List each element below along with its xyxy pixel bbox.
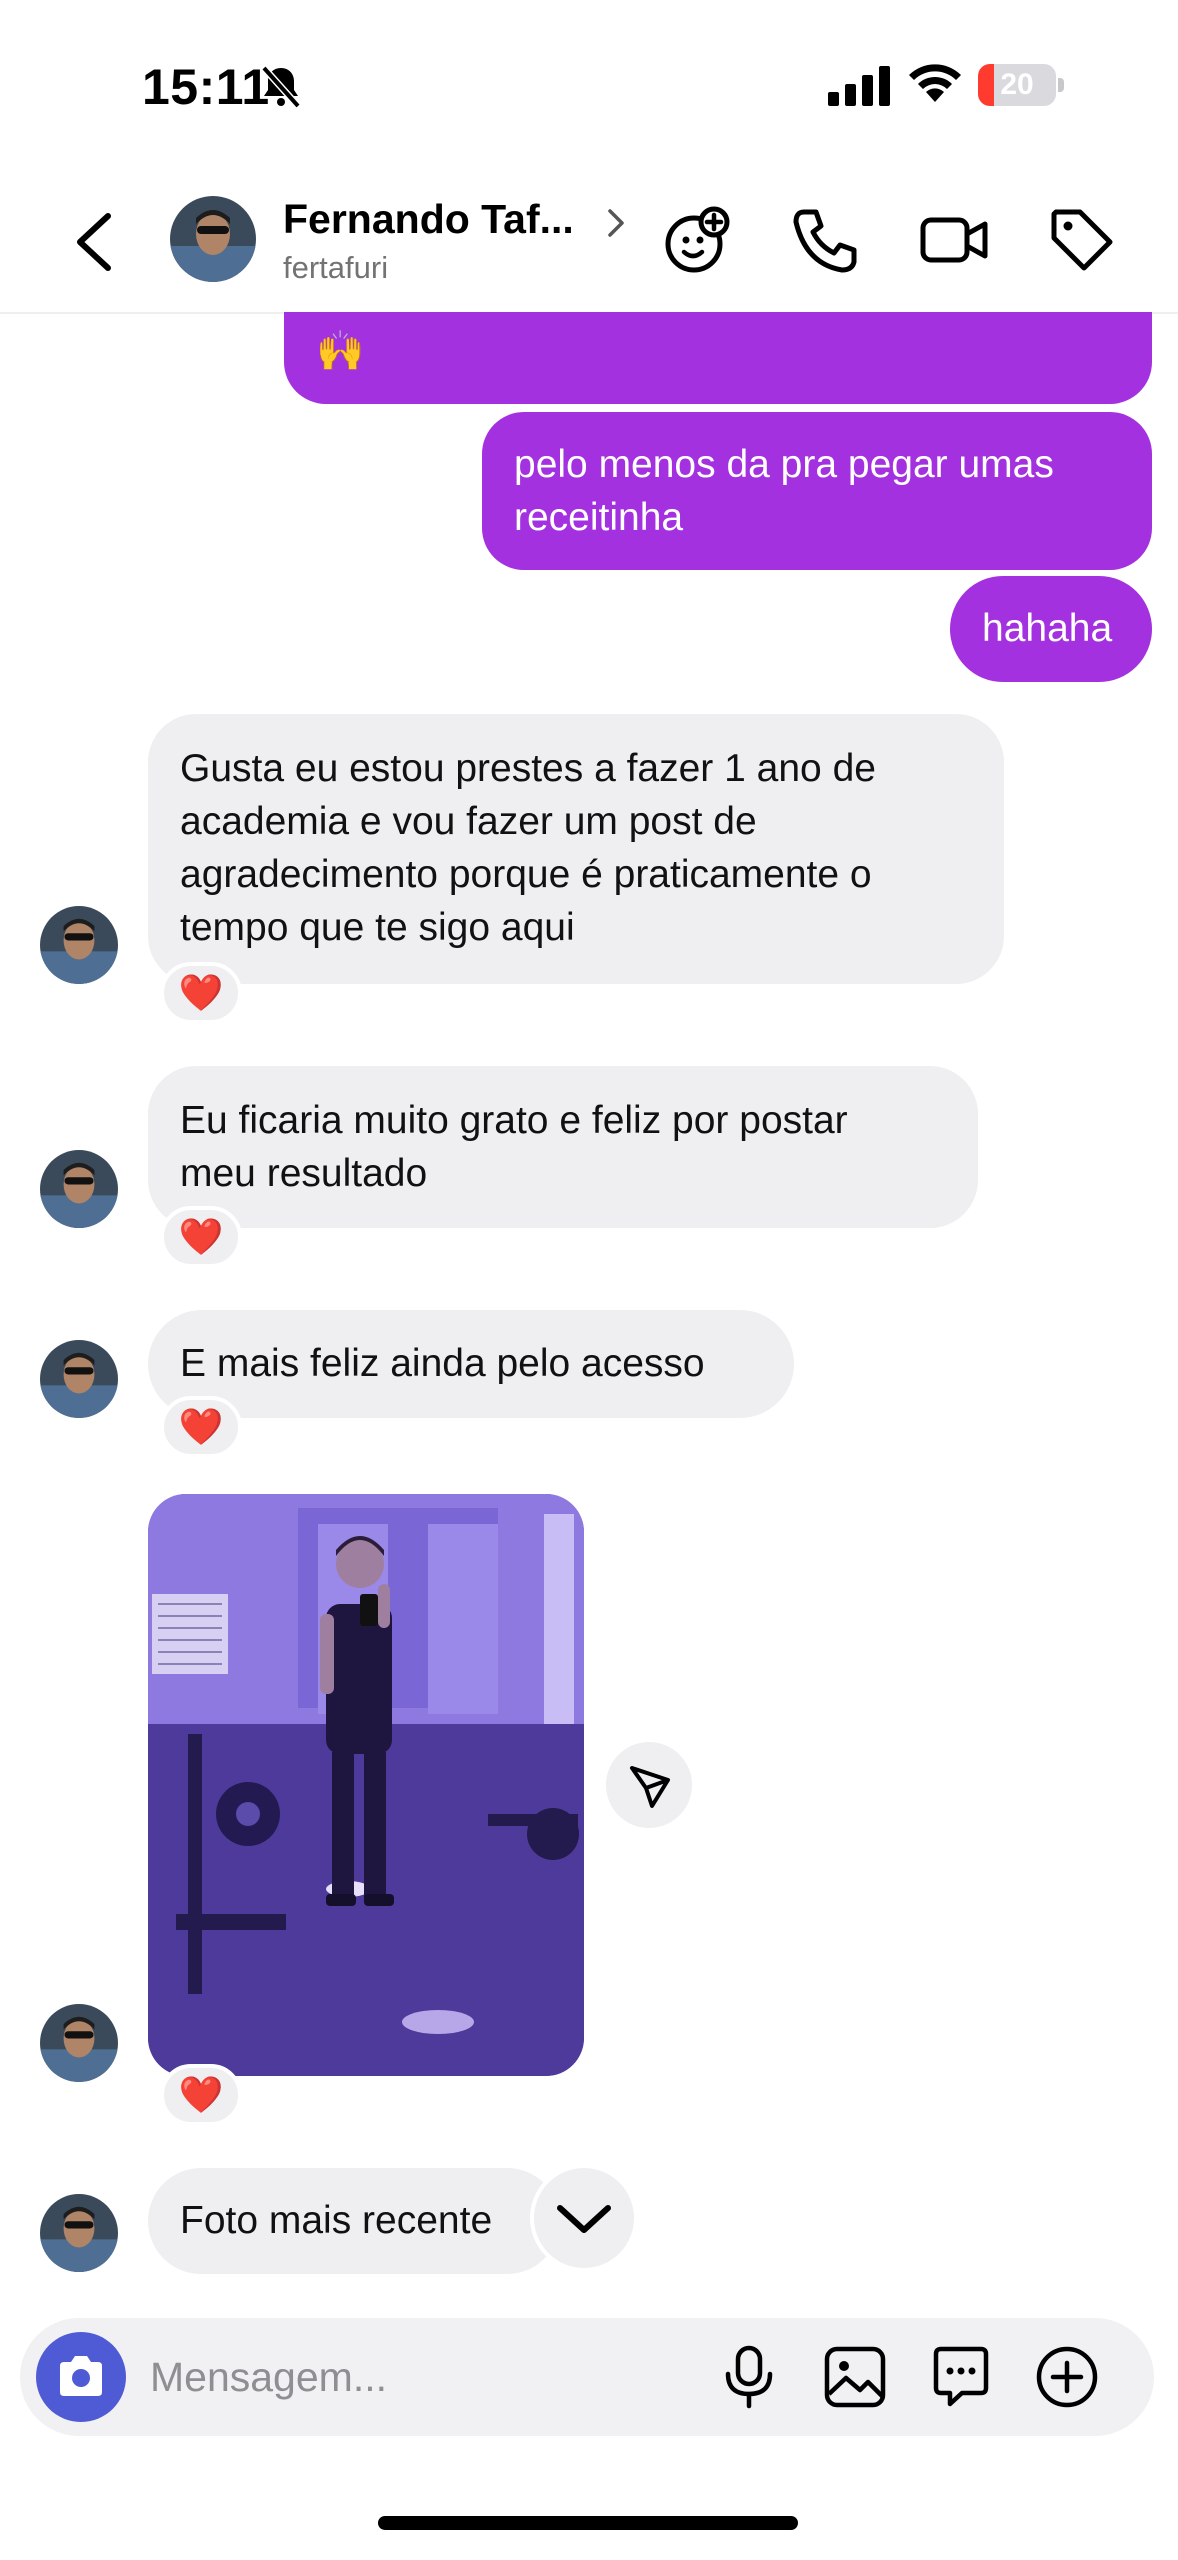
- chevron-right-icon[interactable]: [604, 206, 628, 240]
- sender-avatar[interactable]: [40, 1150, 118, 1228]
- gallery-icon[interactable]: [822, 2344, 888, 2410]
- message-text: hahaha: [982, 607, 1113, 650]
- outgoing-message[interactable]: hahaha: [950, 576, 1152, 682]
- message-text: tempo que te sigo aqui: [180, 906, 575, 949]
- contact-name[interactable]: Fernando Taf...: [283, 196, 574, 243]
- outgoing-message[interactable]: pelo menos da pra pegar umas receitinha: [482, 412, 1152, 570]
- outgoing-message-partial[interactable]: 🙌: [284, 312, 1152, 404]
- heart-reaction[interactable]: ❤️: [160, 1206, 242, 1268]
- chat-header: Fernando Taf... fertafuri: [0, 170, 1178, 314]
- heart-icon: ❤️: [178, 972, 224, 1013]
- tag-icon[interactable]: [1046, 204, 1118, 276]
- video-icon[interactable]: [918, 204, 990, 276]
- sticker-chat-icon[interactable]: [928, 2344, 994, 2410]
- share-icon[interactable]: [606, 1742, 692, 1828]
- message-input[interactable]: [150, 2342, 690, 2412]
- status-time: 15:11: [142, 59, 270, 115]
- sender-avatar[interactable]: [40, 2194, 118, 2272]
- message-composer: [20, 2318, 1154, 2436]
- back-icon[interactable]: [72, 210, 116, 274]
- plus-circle-icon[interactable]: [1034, 2344, 1100, 2410]
- home-indicator[interactable]: [378, 2516, 798, 2530]
- sender-avatar[interactable]: [40, 1340, 118, 1418]
- message-text: meu resultado: [180, 1152, 428, 1195]
- scroll-to-bottom-button[interactable]: [530, 2164, 638, 2272]
- microphone-icon[interactable]: [716, 2344, 782, 2410]
- message-text: Eu ficaria muito grato e feliz por posta…: [180, 1099, 848, 1142]
- heart-reaction[interactable]: ❤️: [160, 962, 242, 1024]
- message-text: 🙌: [316, 330, 365, 373]
- message-text: agradecimento porque é praticamente o: [180, 853, 872, 896]
- camera-icon: [60, 2356, 102, 2396]
- heart-reaction[interactable]: ❤️: [160, 1396, 242, 1458]
- cellular-signal-icon: [828, 66, 890, 106]
- sender-avatar[interactable]: [40, 906, 118, 984]
- phone-icon[interactable]: [790, 204, 862, 276]
- message-text: receitinha: [514, 496, 684, 539]
- add-effect-icon[interactable]: [662, 204, 734, 276]
- heart-icon: ❤️: [178, 1216, 224, 1257]
- message-text: academia e vou fazer um post de: [180, 800, 757, 843]
- battery-level: 20: [1000, 68, 1034, 101]
- heart-reaction[interactable]: ❤️: [160, 2064, 242, 2126]
- incoming-message[interactable]: Eu ficaria muito grato e feliz por posta…: [148, 1066, 978, 1228]
- bell-slash-icon: [261, 65, 301, 108]
- contact-avatar[interactable]: [170, 196, 256, 282]
- incoming-message[interactable]: E mais feliz ainda pelo acesso: [148, 1310, 794, 1418]
- status-bar: 15:11 20: [0, 0, 1178, 170]
- heart-icon: ❤️: [178, 1406, 224, 1447]
- battery-icon: 20: [978, 64, 1064, 106]
- message-text: E mais feliz ainda pelo acesso: [180, 1342, 705, 1385]
- heart-icon: ❤️: [178, 2074, 224, 2115]
- wifi-icon: [909, 64, 961, 102]
- message-text: pelo menos da pra pegar umas: [514, 443, 1054, 486]
- chevron-down-icon: [557, 2205, 611, 2233]
- photo-message[interactable]: [148, 1494, 584, 2076]
- incoming-message[interactable]: Gusta eu estou prestes a fazer 1 ano de …: [148, 714, 1004, 984]
- camera-button[interactable]: [36, 2332, 126, 2422]
- message-text: Foto mais recente: [180, 2199, 493, 2242]
- message-text: Gusta eu estou prestes a fazer 1 ano de: [180, 747, 876, 790]
- contact-username: fertafuri: [283, 250, 389, 285]
- incoming-message[interactable]: Foto mais recente: [148, 2168, 560, 2274]
- sender-avatar[interactable]: [40, 2004, 118, 2082]
